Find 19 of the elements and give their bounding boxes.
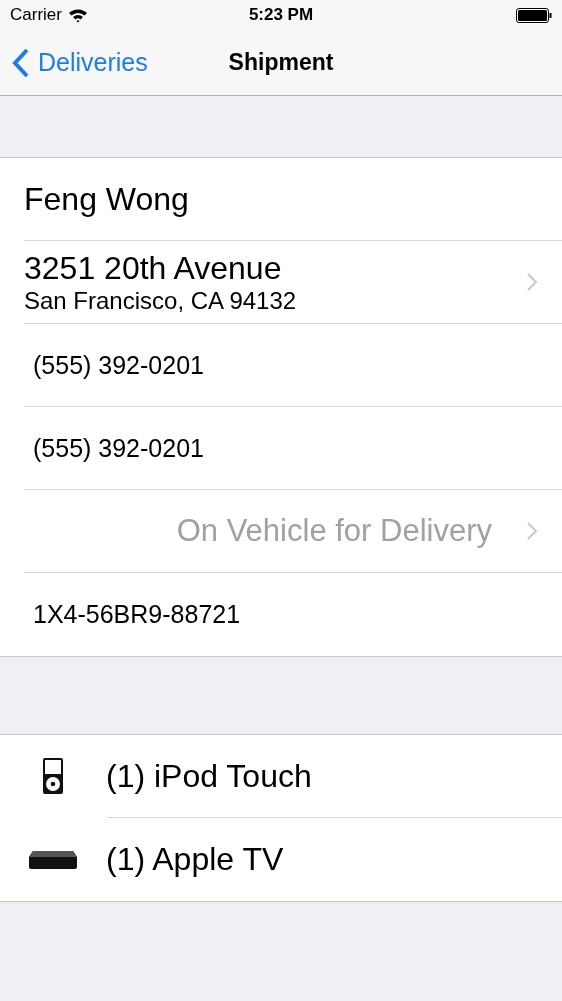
back-chevron-icon xyxy=(12,47,30,78)
city-address: San Francisco, CA 94132 xyxy=(24,286,298,315)
tv-box-icon xyxy=(28,849,78,870)
screen-title: Shipment xyxy=(228,49,334,75)
back-button[interactable]: Deliveries xyxy=(12,47,148,78)
chevron-icon xyxy=(526,521,538,541)
street-address: 3251 20th Avenue xyxy=(24,249,283,287)
phone-number[interactable]: (555) 392-0201 xyxy=(24,433,204,463)
tracking-number: 1X4-56BR9-88721 xyxy=(32,600,241,629)
phone-number[interactable]: (555) 392-0201 xyxy=(24,350,204,380)
chevron-icon xyxy=(526,272,538,292)
carrier-label: Carrier xyxy=(10,5,62,25)
customer-name: Feng Wong xyxy=(24,180,189,218)
battery-icon xyxy=(516,7,552,23)
item-label: (1) Apple TV xyxy=(106,841,284,878)
clock-time: 5:23 PM xyxy=(248,5,314,24)
music-player-icon xyxy=(42,757,64,795)
wifi-icon xyxy=(67,7,88,23)
item-label: (1) iPod Touch xyxy=(106,757,312,795)
